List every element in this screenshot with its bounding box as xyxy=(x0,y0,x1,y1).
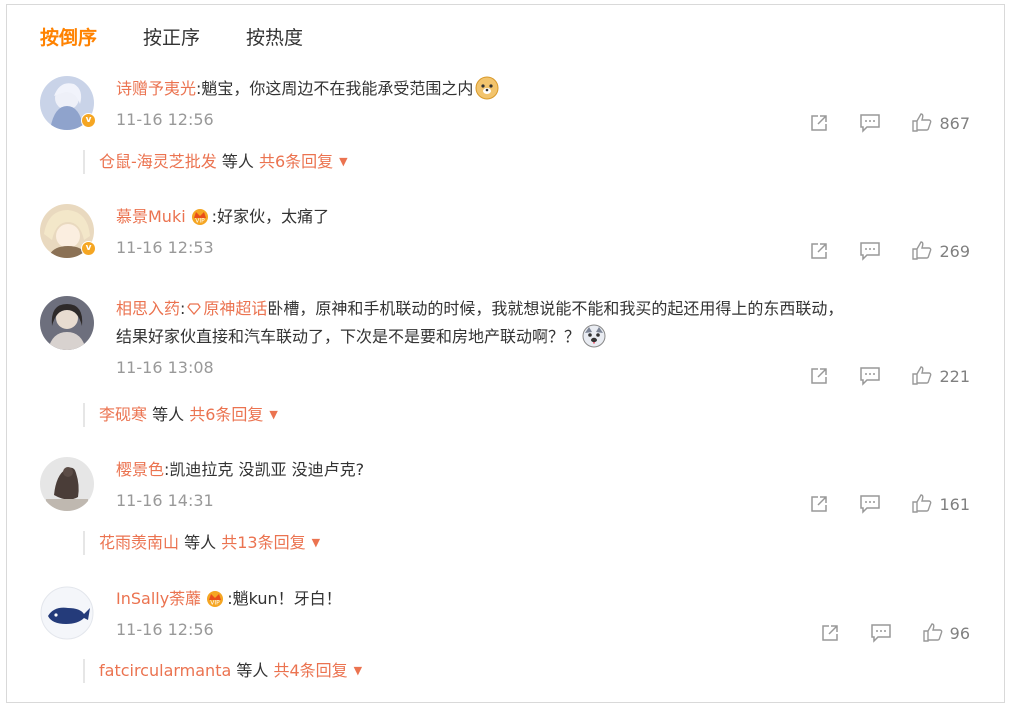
comment-button[interactable] xyxy=(859,494,881,514)
husky-emoji-icon xyxy=(582,324,606,348)
avatar[interactable] xyxy=(40,296,94,350)
svg-text:VIP: VIP xyxy=(210,600,220,607)
reply-username[interactable]: 李砚寒 xyxy=(99,405,147,424)
like-button[interactable]: 161 xyxy=(911,494,970,514)
comment-text: :好家伙，太痛了 xyxy=(211,207,330,226)
comment-text: :凯迪拉克 没凯亚 没迪卢克? xyxy=(164,460,365,479)
comment-icon xyxy=(870,624,891,643)
share-button[interactable] xyxy=(820,623,840,643)
tab-sort-hot[interactable]: 按热度 xyxy=(246,25,303,51)
like-button[interactable]: 867 xyxy=(911,113,970,133)
comment-actions: 161 xyxy=(779,494,970,514)
vip-crown-icon: VIP xyxy=(207,591,224,607)
comment-icon xyxy=(860,367,881,386)
like-button[interactable]: 96 xyxy=(922,623,970,643)
avatar[interactable] xyxy=(40,586,94,640)
verified-badge-icon: v xyxy=(81,113,96,128)
reply-summary: fatcircularmanta 等人 共4条回复 ▼ xyxy=(83,659,362,683)
reply-summary: 花雨羡南山 等人 共13条回复 ▼ xyxy=(83,531,320,555)
like-count: 269 xyxy=(939,241,970,261)
comment-text: :魈kun！牙白！ xyxy=(227,589,342,608)
verified-badge-icon: v xyxy=(81,241,96,256)
share-button[interactable] xyxy=(809,366,829,386)
reply-total-link[interactable]: 共4条回复 xyxy=(273,661,347,680)
comment-username[interactable]: InSally荼蘼 xyxy=(116,589,201,608)
share-button[interactable] xyxy=(809,113,829,133)
reply-suffix: 等人 xyxy=(184,533,217,552)
share-icon xyxy=(811,115,828,131)
super-topic-label: 原神超话 xyxy=(203,299,268,318)
caret-down-icon[interactable]: ▼ xyxy=(354,664,362,677)
like-button[interactable]: 221 xyxy=(911,366,970,386)
comment-actions: 221 xyxy=(779,366,970,386)
reply-suffix: 等人 xyxy=(236,661,269,680)
comment-icon xyxy=(860,242,881,261)
like-count: 96 xyxy=(949,623,970,643)
reply-summary: 李砚寒 等人 共6条回复 ▼ xyxy=(83,403,278,427)
svg-text:VIP: VIP xyxy=(195,218,205,225)
diamond-icon xyxy=(187,303,202,315)
comment-button[interactable] xyxy=(859,241,881,261)
thumbs-up-icon xyxy=(922,623,943,642)
avatar[interactable]: v xyxy=(40,76,96,130)
avatar-image xyxy=(40,586,94,640)
reply-username[interactable]: 仓鼠-海灵芝批发 xyxy=(99,152,217,171)
thumbs-up-icon xyxy=(912,113,932,132)
caret-down-icon[interactable]: ▼ xyxy=(312,536,320,549)
thumbs-up-icon xyxy=(912,366,932,385)
comment-text: 卧槽，原神和手机联动的时候，我就想说能不能和我买的起还用得上的东西联动， xyxy=(267,299,844,318)
like-count: 161 xyxy=(939,494,970,514)
reply-suffix: 等人 xyxy=(152,405,185,424)
share-icon xyxy=(821,625,838,641)
avatar[interactable]: v xyxy=(40,204,96,258)
comment-username[interactable]: 相思入药 xyxy=(116,299,180,318)
comment-text-continued: 结果好家伙直接和汽车联动了，下次是不是要和房地产联动啊？？ xyxy=(116,327,581,346)
tab-sort-desc[interactable]: 按倒序 xyxy=(40,25,97,51)
share-icon xyxy=(811,368,828,384)
reply-total-link[interactable]: 共13条回复 xyxy=(221,533,305,552)
comment-username[interactable]: 诗赠予夷光 xyxy=(116,79,196,98)
comment-button[interactable] xyxy=(859,366,881,386)
comment-actions: 96 xyxy=(790,623,970,643)
like-count: 867 xyxy=(939,113,970,133)
vip-crown-icon: VIP xyxy=(191,209,208,225)
reply-username[interactable]: 花雨羡南山 xyxy=(99,533,179,552)
comment-button[interactable] xyxy=(859,113,881,133)
avatar-image xyxy=(40,457,94,511)
caret-down-icon[interactable]: ▼ xyxy=(339,155,347,168)
share-button[interactable] xyxy=(809,494,829,514)
comment-username[interactable]: 慕景Muki xyxy=(116,207,186,226)
share-button[interactable] xyxy=(809,241,829,261)
comment-icon xyxy=(860,495,881,514)
comment-username[interactable]: 樱景色 xyxy=(116,460,164,479)
reply-summary: 仓鼠-海灵芝批发 等人 共6条回复 ▼ xyxy=(83,150,348,174)
reply-total-link[interactable]: 共6条回复 xyxy=(259,152,333,171)
reply-username[interactable]: fatcircularmanta xyxy=(99,661,231,680)
tab-sort-asc[interactable]: 按正序 xyxy=(143,25,200,51)
avatar[interactable] xyxy=(40,457,94,511)
doge-emoji-icon xyxy=(475,76,499,100)
comments-panel: 按倒序 按正序 按热度 v 诗赠予夷光:魈宝，你这周边不在我能承受范围之内 11… xyxy=(6,4,1005,703)
reply-suffix: 等人 xyxy=(221,152,254,171)
super-topic-link[interactable]: 原神超话 xyxy=(185,299,267,318)
share-icon xyxy=(811,243,828,259)
comment-actions: 269 xyxy=(779,241,970,261)
share-icon xyxy=(811,496,828,512)
caret-down-icon[interactable]: ▼ xyxy=(269,408,277,421)
like-button[interactable]: 269 xyxy=(911,241,970,261)
thumbs-up-icon xyxy=(912,494,932,513)
reply-total-link[interactable]: 共6条回复 xyxy=(189,405,263,424)
avatar-image xyxy=(40,296,94,350)
comment-icon xyxy=(860,114,881,133)
comment-actions: 867 xyxy=(779,113,970,133)
comment-text: :魈宝，你这周边不在我能承受范围之内 xyxy=(196,79,474,98)
sort-tabs: 按倒序 按正序 按热度 xyxy=(40,25,349,51)
thumbs-up-icon xyxy=(912,241,932,260)
like-count: 221 xyxy=(939,366,970,386)
comment-button[interactable] xyxy=(870,623,892,643)
